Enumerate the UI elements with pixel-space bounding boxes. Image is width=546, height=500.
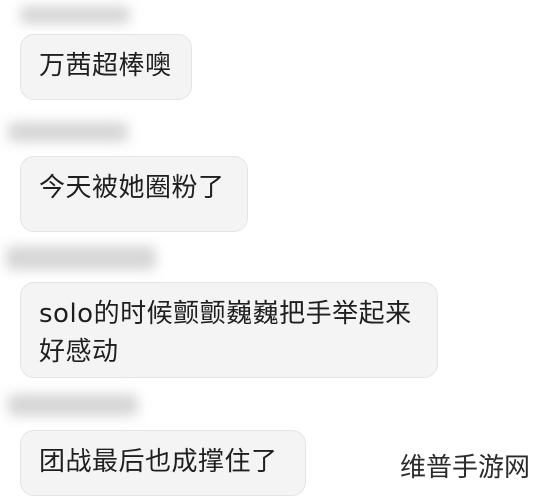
message-bubble: 团战最后也成撑住了 [20,430,306,496]
blurred-username-3 [6,246,156,270]
blurred-username-1 [20,6,130,24]
blurred-username-4 [8,394,138,416]
message-bubble: 万茜超棒噢 [20,34,192,100]
message-bubble: solo的时候颤颤巍巍把手举起来好感动 [20,282,438,378]
message-text: 团战最后也成撑住了 [39,447,278,477]
message-bubble: 今天被她圈粉了 [20,156,248,232]
blurred-username-2 [8,122,128,142]
message-text: solo的时候颤颤巍巍把手举起来好感动 [39,299,412,367]
message-text: 万茜超棒噢 [39,51,172,81]
watermark: 维普手游网 [393,445,536,486]
message-text: 今天被她圈粉了 [39,173,225,203]
